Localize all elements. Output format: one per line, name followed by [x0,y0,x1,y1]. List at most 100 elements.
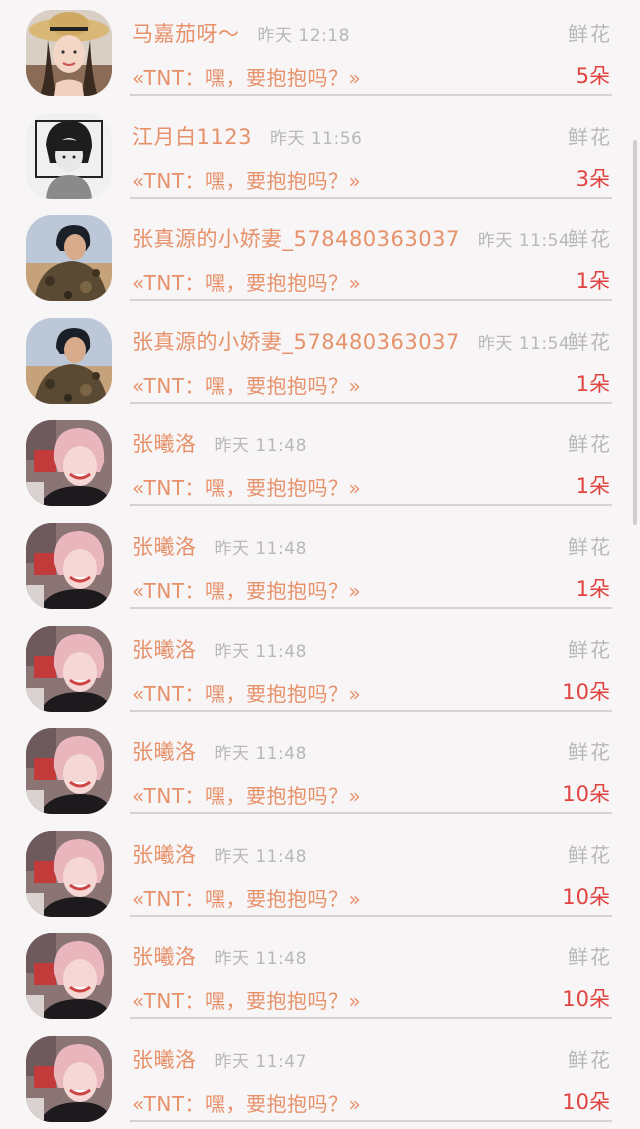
message-text: «TNT：嘿，要抱抱吗？» [132,271,362,296]
user-name[interactable]: 张曦洛 昨天 11:47 [132,1044,307,1074]
message-text: «TNT：嘿，要抱抱吗？» [132,168,362,193]
avatar[interactable] [26,215,112,302]
item-content: 张真源的小娇妻_578480363037 昨天 11:54 鲜花 «TNT：嘿，要… [130,205,612,302]
user-name[interactable]: 张曦洛 昨天 11:48 [132,736,307,766]
gift-type: 鲜花 [568,329,612,354]
list-item[interactable]: 张曦洛 昨天 11:48 鲜花 «TNT：嘿，要抱抱吗？» 10朵 [0,718,640,821]
item-content: 张曦洛 昨天 11:47 鲜花 «TNT：嘿，要抱抱吗？» 10朵 [130,1026,612,1122]
list-item[interactable]: 张曦洛 昨天 11:48 鲜花 «TNT：嘿，要抱抱吗？» 1朵 [0,410,640,513]
user-name-text: 张真源的小娇妻_578480363037 [132,329,460,354]
timestamp: 昨天 11:48 [214,949,307,970]
avatar[interactable] [26,933,112,1020]
list-item[interactable]: 张曦洛 昨天 11:48 鲜花 «TNT：嘿，要抱抱吗？» 10朵 [0,821,640,924]
message-text: «TNT：嘿，要抱抱吗？» [132,886,362,911]
list-item[interactable]: 张真源的小娇妻_578480363037 昨天 11:54 鲜花 «TNT：嘿，要… [0,308,640,411]
gift-count: 1朵 [575,269,610,294]
gift-record-list: 马嘉茄呀～ 昨天 12:18 鲜花 «TNT：嘿，要抱抱吗？» 5朵 江月白112… [0,0,640,1129]
gift-count: 10朵 [562,679,610,704]
message-text: «TNT：嘿，要抱抱吗？» [132,784,362,809]
avatar-image [26,728,112,815]
user-name-text: 张曦洛 [132,945,197,970]
gift-count: 1朵 [575,576,610,601]
message-text: «TNT：嘿，要抱抱吗？» [132,681,362,706]
gift-type: 鲜花 [568,842,612,867]
user-name[interactable]: 张真源的小娇妻_578480363037 昨天 11:54 [132,326,570,356]
avatar[interactable] [26,317,112,404]
list-item[interactable]: 张曦洛 昨天 11:48 鲜花 «TNT：嘿，要抱抱吗？» 10朵 [0,616,640,719]
user-name[interactable]: 张曦洛 昨天 11:48 [132,531,307,561]
avatar-image [26,933,112,1020]
gift-type: 鲜花 [568,945,612,970]
gift-count: 10朵 [562,884,610,909]
avatar[interactable] [26,10,112,96]
list-item[interactable]: 张曦洛 昨天 11:48 鲜花 «TNT：嘿，要抱抱吗？» 1朵 [0,513,640,616]
user-name[interactable]: 张曦洛 昨天 11:48 [132,941,307,971]
message-text: «TNT：嘿，要抱抱吗？» [132,1091,362,1116]
item-content: 张曦洛 昨天 11:48 鲜花 «TNT：嘿，要抱抱吗？» 10朵 [130,616,612,712]
avatar[interactable] [26,728,112,815]
list-item[interactable]: 江月白1123 昨天 11:56 鲜花 «TNT：嘿，要抱抱吗？» 3朵 [0,103,640,206]
gift-count: 5朵 [575,64,610,88]
avatar-image [26,522,112,609]
user-name-text: 张曦洛 [132,534,197,559]
user-name[interactable]: 张曦洛 昨天 11:48 [132,634,307,664]
avatar-image [26,112,112,199]
user-name-text: 江月白1123 [132,124,252,149]
list-item[interactable]: 张曦洛 昨天 11:48 鲜花 «TNT：嘿，要抱抱吗？» 10朵 [0,923,640,1026]
gift-type: 鲜花 [568,740,612,765]
gift-count: 10朵 [562,987,610,1012]
avatar-image [26,830,112,917]
user-name-text: 张曦洛 [132,432,197,457]
item-content: 张曦洛 昨天 11:48 鲜花 «TNT：嘿，要抱抱吗？» 10朵 [130,821,612,917]
message-text: «TNT：嘿，要抱抱吗？» [132,373,362,398]
avatar-image [26,1035,112,1122]
avatar[interactable] [26,625,112,712]
timestamp: 昨天 11:48 [214,641,307,662]
gift-type: 鲜花 [568,534,612,559]
user-name-text: 张曦洛 [132,1047,197,1072]
item-content: 江月白1123 昨天 11:56 鲜花 «TNT：嘿，要抱抱吗？» 3朵 [130,103,612,199]
timestamp: 昨天 12:18 [257,26,350,46]
timestamp: 昨天 11:54 [477,333,571,354]
timestamp: 昨天 11:54 [477,231,571,252]
user-name-text: 马嘉茄呀～ [132,22,240,46]
timestamp: 昨天 11:48 [214,436,307,457]
message-text: «TNT：嘿，要抱抱吗？» [132,578,362,603]
item-content: 张曦洛 昨天 11:48 鲜花 «TNT：嘿，要抱抱吗？» 10朵 [130,923,612,1020]
timestamp: 昨天 11:47 [214,1051,307,1072]
avatar[interactable] [26,112,112,199]
timestamp: 昨天 11:48 [214,538,307,559]
gift-count: 10朵 [562,782,610,807]
user-name[interactable]: 张曦洛 昨天 11:48 [132,428,307,458]
item-content: 张曦洛 昨天 11:48 鲜花 «TNT：嘿，要抱抱吗？» 10朵 [130,718,612,815]
avatar-image [26,317,112,404]
avatar[interactable] [26,522,112,609]
timestamp: 昨天 11:48 [214,744,307,765]
timestamp: 昨天 11:48 [214,846,307,867]
scrollbar[interactable] [633,140,637,525]
user-name-text: 张曦洛 [132,740,197,765]
gift-type: 鲜花 [568,1047,612,1072]
message-text: «TNT：嘿，要抱抱吗？» [132,989,362,1014]
list-item[interactable]: 马嘉茄呀～ 昨天 12:18 鲜花 «TNT：嘿，要抱抱吗？» 5朵 [0,0,640,103]
list-item[interactable]: 张真源的小娇妻_578480363037 昨天 11:54 鲜花 «TNT：嘿，要… [0,205,640,308]
item-content: 张曦洛 昨天 11:48 鲜花 «TNT：嘿，要抱抱吗？» 1朵 [130,410,612,507]
user-name[interactable]: 江月白1123 昨天 11:56 [132,121,362,151]
gift-type: 鲜花 [568,22,612,46]
gift-count: 1朵 [575,371,610,396]
user-name[interactable]: 马嘉茄呀～ 昨天 12:18 [132,18,350,48]
gift-type: 鲜花 [568,637,612,662]
avatar[interactable] [26,1035,112,1122]
user-name[interactable]: 张真源的小娇妻_578480363037 昨天 11:54 [132,223,570,253]
gift-count: 1朵 [575,474,610,499]
avatar-image [26,10,112,96]
item-content: 张真源的小娇妻_578480363037 昨天 11:54 鲜花 «TNT：嘿，要… [130,308,612,404]
list-item[interactable]: 张曦洛 昨天 11:47 鲜花 «TNT：嘿，要抱抱吗？» 10朵 [0,1026,640,1129]
gift-type: 鲜花 [568,124,612,149]
avatar[interactable] [26,830,112,917]
gift-count: 10朵 [562,1089,610,1114]
avatar[interactable] [26,420,112,507]
user-name[interactable]: 张曦洛 昨天 11:48 [132,839,307,869]
gift-count: 3朵 [575,166,610,191]
item-content: 马嘉茄呀～ 昨天 12:18 鲜花 «TNT：嘿，要抱抱吗？» 5朵 [130,0,612,96]
